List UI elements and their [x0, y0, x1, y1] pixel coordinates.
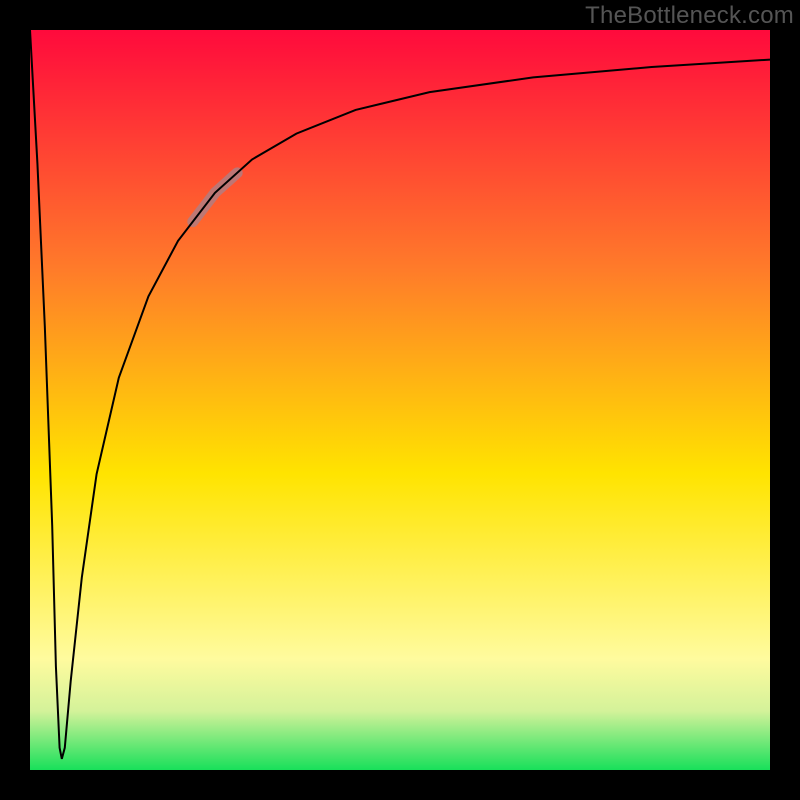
chart-svg — [30, 30, 770, 770]
watermark-text: TheBottleneck.com — [585, 2, 794, 30]
gradient-background — [30, 30, 770, 770]
plot-area — [30, 30, 770, 770]
chart-frame: TheBottleneck.com — [0, 0, 800, 800]
